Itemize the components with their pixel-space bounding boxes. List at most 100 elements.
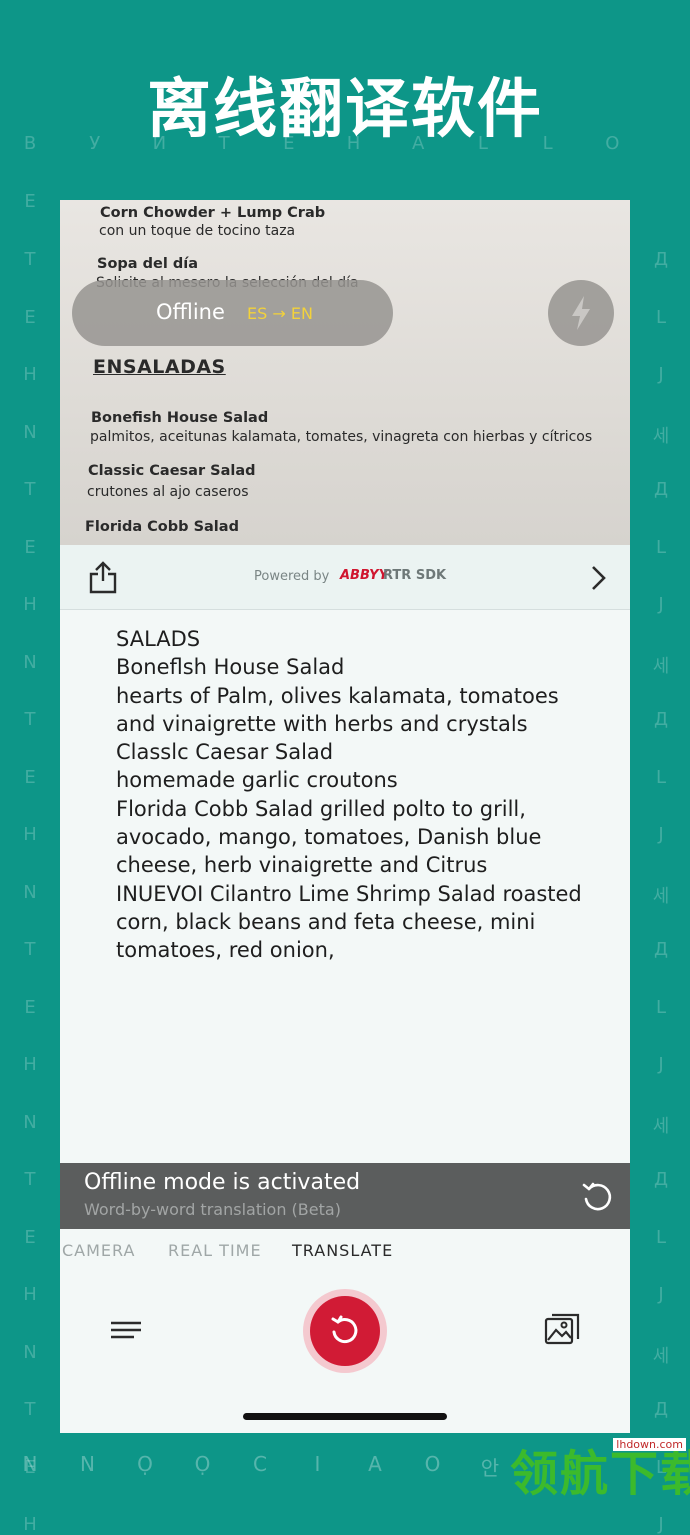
next-button[interactable]: [588, 563, 608, 593]
bg-letter-left: H: [23, 1054, 37, 1075]
bg-letter-right: J: [658, 364, 664, 385]
bg-letter-bottom: C: [253, 1452, 267, 1476]
bg-letter-left: H: [23, 1284, 37, 1305]
bg-letter-bottom: A: [368, 1452, 382, 1476]
mode-label: Offline: [156, 300, 225, 324]
bg-letter-right: J: [658, 824, 664, 845]
language-pair: ES → EN: [247, 304, 313, 323]
bg-letter-bottom: N: [22, 1452, 38, 1476]
bg-letter-left: T: [24, 1169, 36, 1190]
menu-line: palmitos, aceitunas kalamata, tomates, v…: [90, 429, 593, 445]
banner-title: Offline mode is activated: [84, 1170, 361, 1195]
reload-icon: [582, 1182, 612, 1211]
abbyy-logo: ABBYY: [340, 568, 388, 583]
bg-letter-left: T: [24, 479, 36, 500]
bg-letter-left: E: [24, 996, 36, 1018]
bg-letter-right: L: [655, 766, 667, 788]
menu-line: Sopa del día: [97, 256, 198, 272]
offline-mode-banner: Offline mode is activated Word-by-word t…: [60, 1163, 630, 1229]
bg-letter-left: T: [24, 939, 36, 960]
bg-letter-bottom: N: [80, 1452, 95, 1476]
banner-subtitle: Word-by-word translation (Beta): [84, 1200, 341, 1219]
home-indicator[interactable]: [243, 1413, 447, 1420]
powered-by-label: Powered by: [254, 569, 330, 584]
result-toolbar: Powered by ABBYY RTR SDK: [60, 545, 630, 610]
bg-letter-right: 세: [652, 1345, 670, 1367]
bg-letter-left: T: [24, 709, 36, 730]
translation-line: cheese, herb vinaigrette and Citrus: [116, 853, 488, 878]
translation-line: homemade garlic croutons: [116, 768, 398, 793]
share-icon: [89, 561, 117, 594]
bg-letter-right: 세: [652, 885, 670, 907]
bg-letter-right: L: [655, 306, 667, 328]
bg-letter-left: E: [24, 536, 36, 558]
retake-button[interactable]: [310, 1296, 380, 1366]
translation-line: tomatoes, red onion,: [116, 938, 335, 963]
flash-button[interactable]: [548, 280, 614, 346]
headline: 离线翻译软件: [147, 73, 543, 147]
translation-line: SALADS: [116, 627, 201, 651]
bg-letter-left: N: [23, 1341, 37, 1363]
bg-letter-left: N: [23, 881, 37, 903]
camera-preview[interactable]: Corn Chowder + Lump Crab con un toque de…: [60, 200, 630, 545]
bg-letter-left: T: [24, 249, 36, 270]
bg-letter-right: L: [655, 996, 667, 1018]
chevron-right-icon: [592, 566, 606, 590]
bg-letter-right: Д: [653, 709, 669, 730]
bg-letter-right: Д: [653, 249, 669, 270]
sdk-label: RTR SDK: [383, 568, 447, 583]
reload-button[interactable]: [580, 1180, 614, 1214]
bg-letter-left: E: [24, 191, 36, 212]
phone-screen: Corn Chowder + Lump Crab con un toque de…: [60, 200, 630, 1433]
translation-text[interactable]: SALADS Boneflsh House Salad hearts of Pa…: [116, 625, 616, 965]
bg-letter-right: J: [658, 1284, 664, 1305]
menu-line: Corn Chowder + Lump Crab: [100, 205, 326, 221]
tab-camera[interactable]: CAMERA: [62, 1241, 135, 1260]
flash-icon: [572, 296, 590, 330]
bg-letter-right: 세: [652, 425, 670, 447]
gallery-button[interactable]: [544, 1311, 580, 1347]
bg-letter-left: N: [23, 651, 37, 673]
menu-heading: ENSALADAS: [93, 356, 226, 378]
gallery-icon: [544, 1313, 580, 1345]
menu-photo: Corn Chowder + Lump Crab con un toque de…: [60, 200, 630, 545]
language-pair-pill[interactable]: Offline ES → EN: [72, 280, 393, 346]
bg-letter-right: J: [658, 1514, 664, 1535]
bg-letter-right: 세: [652, 655, 670, 677]
translation-line: and vinaigrette with herbs and crystals: [116, 711, 528, 736]
bg-letter-right: Д: [653, 1169, 669, 1190]
bg-letter-bottom: 안: [480, 1456, 500, 1480]
text-lines-icon: [111, 1321, 141, 1339]
retake-icon: [331, 1315, 358, 1344]
bg-letter-right: 세: [652, 1115, 670, 1137]
translation-line: Florida Cobb Salad grilled polto to gril…: [116, 796, 526, 821]
menu-line: con un toque de tocino taza: [99, 223, 296, 239]
bg-letter-right: Д: [653, 1399, 669, 1420]
bottom-controls: [60, 1273, 630, 1433]
text-view-button[interactable]: [110, 1320, 142, 1340]
translation-line: INUEVOI Cilantro Lime Shrimp Salad roast…: [116, 881, 582, 906]
translation-line: Classlc Caesar Salad: [116, 740, 334, 765]
translation-line: Boneflsh House Salad: [116, 655, 345, 680]
share-button[interactable]: [88, 560, 118, 594]
bg-letter-bottom: Ọ: [194, 1452, 211, 1476]
bg-letter-right: L: [655, 1226, 667, 1248]
bg-letter-bottom: O: [424, 1452, 441, 1476]
bg-letter-left: T: [24, 1399, 36, 1420]
tab-real-time[interactable]: REAL TIME: [168, 1241, 262, 1260]
tab-translate[interactable]: TRANSLATE: [292, 1241, 393, 1260]
watermark: 领航下载 lhdown.com: [510, 1432, 690, 1502]
bg-letter-left: N: [23, 1111, 37, 1133]
bg-letter-left: E: [24, 1226, 36, 1248]
menu-line: crutones al ajo caseros: [87, 484, 249, 500]
bg-letter-left: E: [24, 766, 36, 788]
bg-letter-bottom: I: [314, 1452, 321, 1476]
bg-letter-left: H: [23, 824, 37, 845]
translation-line: corn, black beans and feta cheese, mini: [116, 909, 536, 934]
bg-letter-right: L: [655, 536, 667, 558]
bg-letter-left: H: [23, 1514, 37, 1535]
bg-letter-right: J: [658, 1054, 664, 1075]
bg-letter-right: Д: [653, 479, 669, 500]
bg-letter-bottom: Ọ: [137, 1452, 153, 1476]
bg-letter-left: H: [23, 594, 37, 615]
